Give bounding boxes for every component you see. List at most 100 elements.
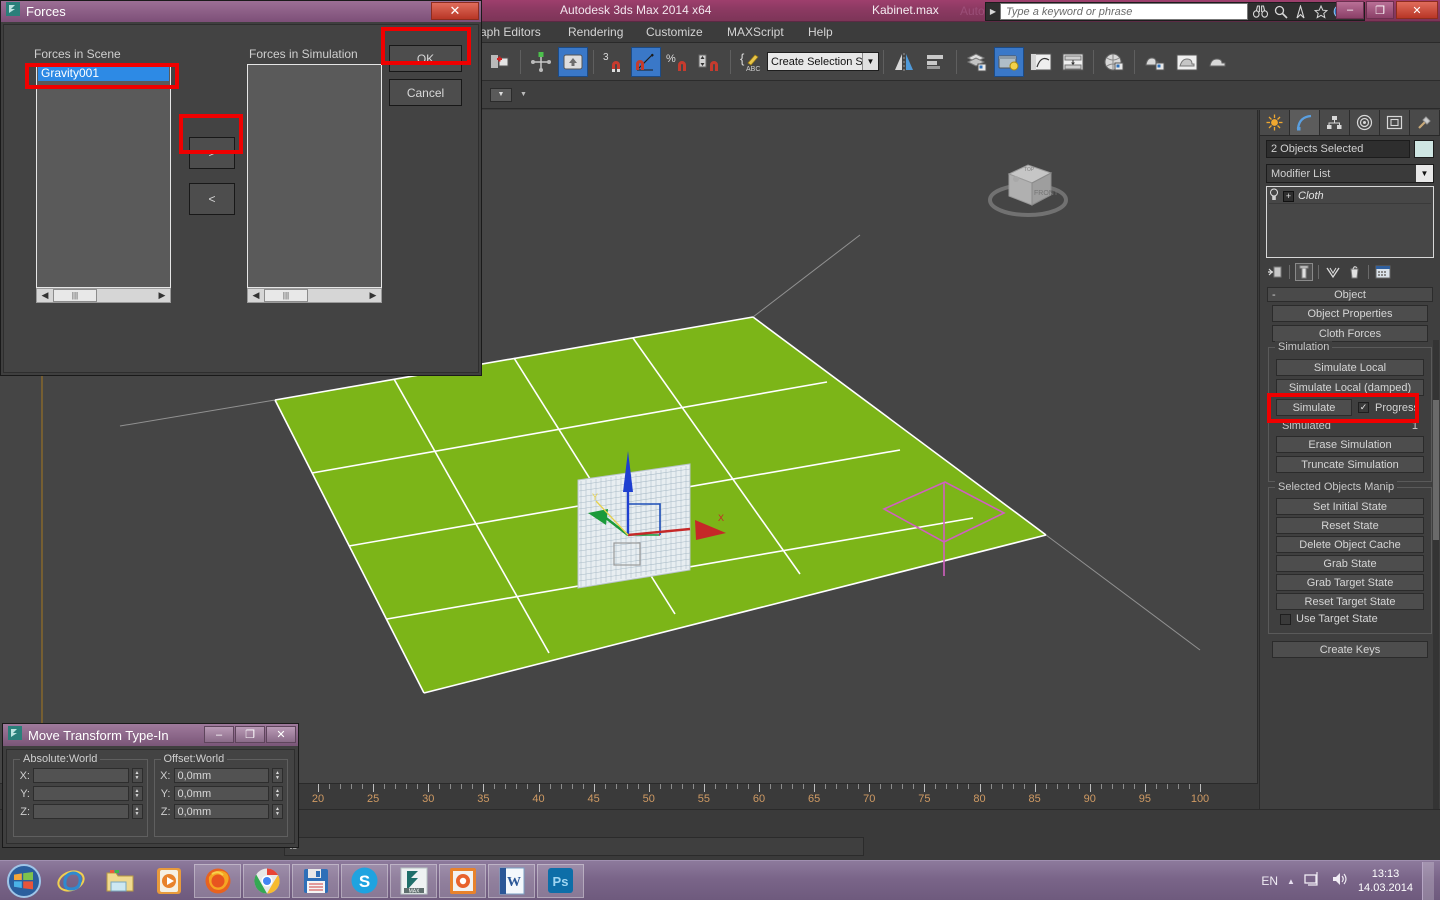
modifier-stack-item[interactable]: + Cloth [1269,188,1431,204]
grab-state-button[interactable]: Grab State [1276,555,1424,572]
move-transform-dialog[interactable]: Move Transform Type-In – ❐ ✕ Absolute:Wo… [2,723,299,848]
display-tab[interactable] [1380,110,1410,135]
delete-object-cache-button[interactable]: Delete Object Cache [1276,536,1424,553]
skype-icon[interactable]: S [341,863,388,898]
layer-dropdown-icon[interactable]: ▼ [490,87,512,102]
object-properties-button[interactable]: Object Properties [1272,305,1428,322]
hierarchy-tab[interactable] [1320,110,1350,135]
forces-in-scene-list[interactable]: Gravity001 [36,64,171,288]
show-end-result-icon[interactable] [1295,263,1313,281]
save-app-icon[interactable] [292,863,339,898]
menu-item-maxscript[interactable]: MAXScript [727,25,784,39]
restore-button[interactable]: ❐ [1366,1,1394,19]
absolute-x-spinner[interactable]: ▲ ▼ [131,768,143,783]
schematic-view-icon[interactable] [1058,47,1088,77]
forces-in-scene-hscrollbar[interactable]: ◀ ||| ▶ [36,288,171,303]
compass-icon[interactable] [1292,3,1309,20]
layer-dropdown-arrow-icon[interactable]: ▼ [520,91,527,98]
simulate-local-damped-button[interactable]: Simulate Local (damped) [1276,379,1424,396]
make-unique-icon[interactable] [1324,263,1342,281]
expand-modifier-icon[interactable]: + [1283,190,1294,202]
scroll-thumb[interactable]: ||| [264,289,308,302]
search-input[interactable]: Type a keyword or phrase [1000,3,1248,20]
forces-dialog-close-button[interactable]: ✕ [431,2,479,20]
menu-item-graph-editors[interactable]: aph Editors [480,25,541,39]
grab-target-state-button[interactable]: Grab Target State [1276,574,1424,591]
forces-in-simulation-hscrollbar[interactable]: ◀ ||| ▶ [247,288,382,303]
configure-modifier-sets-icon[interactable] [1374,263,1392,281]
scroll-left-icon[interactable]: ◀ [37,290,53,301]
office-icon[interactable] [439,863,486,898]
search-magnifier-icon[interactable] [1272,3,1289,20]
move-dialog-close-button[interactable]: ✕ [266,726,296,743]
show-desktop-button[interactable] [1422,862,1434,900]
move-dialog-minimize-button[interactable]: – [204,726,234,743]
search-expand-arrow[interactable]: ▶ [986,7,1000,16]
scroll-right-icon[interactable]: ▶ [365,290,381,301]
rollout-collapse-icon[interactable]: - [1272,288,1276,302]
angle-snap-toggle-icon[interactable] [631,46,661,77]
absolute-x-input[interactable] [33,768,129,783]
absolute-z-input[interactable] [33,804,129,819]
windows-explorer-icon[interactable] [96,864,143,898]
offset-x-input[interactable]: 0,0mm [173,768,269,783]
create-keys-button[interactable]: Create Keys [1272,641,1428,658]
remove-modifier-icon[interactable] [1345,263,1363,281]
scene-explorer-icon[interactable] [994,46,1024,77]
rendered-frame-window-icon[interactable] [1172,47,1202,77]
modifier-list-dropdown[interactable]: Modifier List ▼ [1266,164,1434,183]
progress-checkbox[interactable]: ✓ [1358,402,1369,413]
menu-item-customize[interactable]: Customize [646,25,703,39]
simulate-button[interactable]: Simulate [1276,399,1352,416]
select-and-link-icon[interactable] [485,47,515,77]
select-move-icon[interactable] [526,47,556,77]
light-bulb-icon[interactable] [1269,188,1279,204]
chrome-icon[interactable] [243,863,290,898]
mirror-icon[interactable] [889,47,919,77]
offset-z-spinner[interactable]: ▲ ▼ [272,804,283,819]
volume-icon[interactable] [1331,871,1349,892]
close-button[interactable]: ✕ [1396,1,1438,19]
offset-x-spinner[interactable]: ▲ ▼ [272,768,283,783]
scroll-right-icon[interactable]: ▶ [154,290,170,301]
motion-tab[interactable] [1350,110,1380,135]
offset-y-spinner[interactable]: ▲ ▼ [272,786,283,801]
language-indicator[interactable]: EN [1261,874,1278,888]
word-icon[interactable]: W [488,863,535,898]
object-name-input[interactable]: 2 Objects Selected [1266,140,1410,158]
offset-y-input[interactable]: 0,0mm [173,786,269,801]
chevron-down-icon[interactable]: ▼ [1416,165,1433,182]
minimize-button[interactable]: – [1336,1,1364,19]
network-icon[interactable] [1304,871,1322,892]
curve-editor-icon[interactable] [1026,47,1056,77]
truncate-simulation-button[interactable]: Truncate Simulation [1276,456,1424,473]
move-dialog-maximize-button[interactable]: ❐ [235,726,265,743]
select-object-icon[interactable] [558,46,588,77]
start-button[interactable] [2,863,46,899]
menu-item-help[interactable]: Help [808,25,833,39]
add-force-button[interactable]: > [189,137,235,169]
snaps-toggle-icon[interactable]: 3 [599,47,629,77]
forces-dialog[interactable]: Forces ✕ Forces in Scene Forces in Simul… [0,0,482,376]
3dsmax-icon[interactable]: MAX [390,863,437,898]
scroll-left-icon[interactable]: ◀ [248,290,264,301]
list-item-gravity001[interactable]: Gravity001 [38,66,169,81]
percent-snap-toggle-icon[interactable]: % [663,47,693,77]
favorites-star-icon[interactable] [1312,3,1329,20]
spinner-snap-toggle-icon[interactable] [695,47,725,77]
offset-z-input[interactable]: 0,0mm [173,804,269,819]
use-target-state-checkbox[interactable] [1280,613,1291,625]
reset-state-button[interactable]: Reset State [1276,517,1424,534]
menu-item-rendering[interactable]: Rendering [568,25,623,39]
cancel-button[interactable]: Cancel [389,79,462,106]
render-setup-icon[interactable] [1140,47,1170,77]
erase-simulation-button[interactable]: Erase Simulation [1276,436,1424,453]
layer-manager-icon[interactable] [962,47,992,77]
show-hidden-icons-icon[interactable]: ▲ [1287,877,1295,886]
absolute-y-spinner[interactable]: ▲ ▼ [131,786,143,801]
create-tab[interactable] [1260,110,1290,135]
pin-stack-icon[interactable] [1266,263,1284,281]
firefox-icon[interactable] [194,863,241,898]
utilities-tab[interactable] [1410,110,1440,135]
chevron-down-icon[interactable]: ▼ [862,53,878,70]
